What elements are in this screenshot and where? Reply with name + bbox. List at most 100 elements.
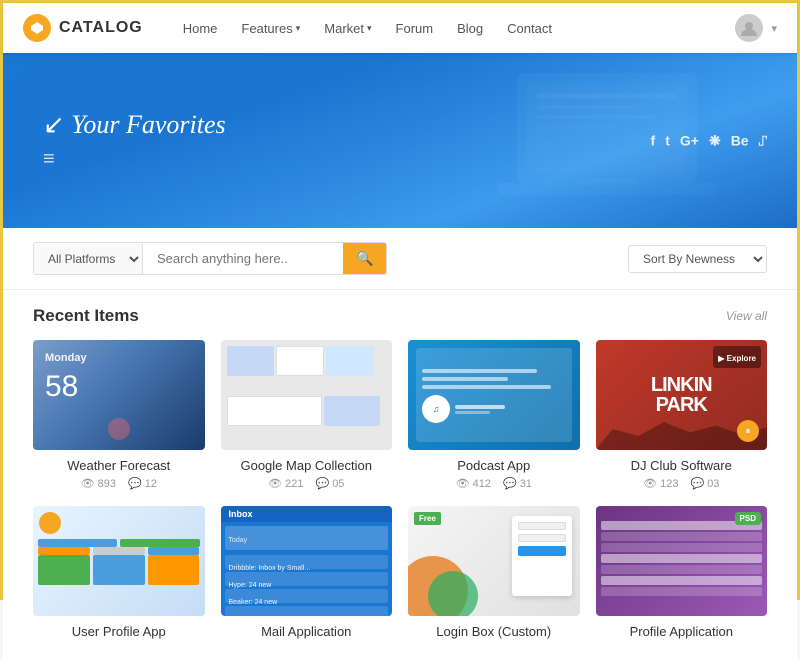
profile-block-2: [120, 539, 199, 547]
comments-dj: 💬 03: [690, 477, 719, 490]
nav-forum[interactable]: Forum: [386, 15, 444, 42]
navbar: CATALOG Home Features ▾ Market ▾ Forum B…: [3, 3, 797, 53]
map-mini-1: [227, 346, 275, 376]
views-dj: 👁 123: [643, 477, 678, 490]
view-all-link[interactable]: View all: [726, 309, 767, 323]
mail-list: Today Dribbble: Inbox by Small... Hype: …: [221, 522, 393, 616]
item-name-map: Google Map Collection: [221, 458, 393, 473]
item-card-mail[interactable]: Inbox Today Dribbble: Inbox by Small... …: [221, 506, 393, 643]
section-title: Recent Items: [33, 306, 139, 326]
user-dropdown-caret[interactable]: ▾: [771, 22, 777, 35]
item-name-psd: Profile Application: [596, 624, 768, 639]
profile-block-6: [38, 555, 90, 585]
item-stats-podcast: 👁 412 💬 31: [408, 477, 580, 490]
social-facebook[interactable]: f: [651, 132, 656, 149]
social-googleplus[interactable]: G+: [680, 132, 699, 149]
hero-arrow: ↙: [43, 110, 65, 139]
item-card-profile[interactable]: User Profile App: [33, 506, 205, 643]
social-pinterest[interactable]: ⑀: [759, 132, 767, 149]
podcast-info: [455, 405, 505, 414]
nav-market[interactable]: Market ▾: [314, 15, 381, 42]
profile-row-3: [38, 555, 200, 585]
logo-area[interactable]: CATALOG: [23, 14, 143, 42]
social-twitter[interactable]: t: [665, 132, 670, 149]
psd-menu-item-7: [601, 587, 763, 596]
mail-item-2: Hype: 24 new: [225, 572, 389, 586]
psd-menu-item-5: [601, 565, 763, 574]
nav-features[interactable]: Features ▾: [231, 15, 310, 42]
item-stats-map: 👁 221 💬 05: [221, 477, 393, 490]
podcast-inner: ♫: [416, 348, 572, 442]
hero-title: ↙ Your Favorites: [43, 110, 226, 140]
podcast-bar-3: [422, 385, 551, 389]
market-caret: ▾: [367, 23, 372, 34]
mail-item-4: Free Yospo PSD...: [225, 606, 389, 616]
hero-section: ↙ Your Favorites ≡ f t G+ ❋ Be ⑀: [3, 53, 797, 228]
item-card-weather[interactable]: Weather Forecast 👁 893 💬 12: [33, 340, 205, 490]
sort-select[interactable]: Sort By Newness Sort By Popularity Sort …: [628, 245, 767, 273]
second-row-grid: User Profile App Inbox Today Dribbble: I…: [33, 506, 767, 643]
profile-block-3: [38, 547, 90, 555]
comments-map: 💬 05: [315, 477, 344, 490]
dj-badge: ▶ Explore: [713, 346, 761, 368]
dj-badge-text: ▶ Explore: [718, 354, 756, 363]
hero-social-links: f t G+ ❋ Be ⑀: [651, 132, 767, 149]
item-card-dj[interactable]: LINKINPARK ▶ Explore ⏸ DJ Club Software …: [596, 340, 768, 490]
nav-home[interactable]: Home: [173, 15, 228, 42]
thumb-podcast: ♫: [408, 340, 580, 450]
item-card-podcast[interactable]: ♫ Podcast App 👁 412 💬 31: [408, 340, 580, 490]
nav-contact[interactable]: Contact: [497, 15, 562, 42]
item-name-profile: User Profile App: [33, 624, 205, 639]
comments-podcast: 💬 31: [503, 477, 532, 490]
social-dribbble[interactable]: ❋: [709, 132, 721, 149]
thumb-map: [221, 340, 393, 450]
platform-select[interactable]: All Platforms: [34, 244, 143, 274]
item-card-psd[interactable]: PSD Profile Application: [596, 506, 768, 643]
mail-header: Inbox: [221, 506, 393, 522]
recent-section-header: Recent Items View all: [33, 306, 767, 326]
profile-row-1: [38, 539, 200, 547]
recent-items-grid: Weather Forecast 👁 893 💬 12 Google Map C…: [33, 340, 767, 490]
dj-text: LINKINPARK: [651, 375, 712, 415]
avatar[interactable]: [735, 14, 763, 42]
thumb-weather: [33, 340, 205, 450]
search-button[interactable]: 🔍: [343, 243, 386, 274]
profile-block-4: [93, 547, 145, 555]
comments-weather: 💬 12: [128, 477, 157, 490]
profile-block-7: [93, 555, 145, 585]
mail-date-text: Today: [229, 537, 248, 544]
nav-blog[interactable]: Blog: [447, 15, 493, 42]
login-field-1: [518, 522, 566, 530]
item-name-dj: DJ Club Software: [596, 458, 768, 473]
search-input[interactable]: [143, 244, 343, 273]
play-symbol: ⏸: [746, 426, 751, 437]
mail-item-3-text: Beaker: 24 new: [229, 599, 278, 606]
sort-area: Sort By Newness Sort By Popularity Sort …: [628, 245, 767, 273]
map-mini-3: [326, 346, 374, 376]
podcast-title-bar: [455, 405, 505, 409]
social-behance[interactable]: Be: [731, 132, 749, 149]
item-name-login: Login Box (Custom): [408, 624, 580, 639]
item-card-login[interactable]: Free Login Box (Custom): [408, 506, 580, 643]
profile-block-5: [148, 547, 200, 555]
podcast-bar-1: [422, 369, 537, 373]
psd-menu-item-4: [601, 554, 763, 563]
nav-links: Home Features ▾ Market ▾ Forum Blog Cont…: [173, 15, 736, 42]
login-field-2: [518, 534, 566, 542]
item-card-map[interactable]: Google Map Collection 👁 221 💬 05: [221, 340, 393, 490]
logo-text: CATALOG: [59, 19, 143, 37]
hero-content: ↙ Your Favorites ≡: [43, 110, 226, 171]
podcast-avatar: ♫: [422, 395, 450, 423]
main-content: Recent Items View all Weather Forecast 👁…: [3, 290, 797, 659]
hero-menu-icon[interactable]: ≡: [43, 148, 55, 170]
logo-icon: [23, 14, 51, 42]
thumb-dj: LINKINPARK ▶ Explore ⏸: [596, 340, 768, 450]
search-bar: All Platforms 🔍: [33, 242, 387, 275]
mail-item-3: Beaker: 24 new: [225, 589, 389, 603]
psd-badge: PSD: [735, 512, 761, 525]
views-map: 👁 221: [268, 477, 303, 490]
login-submit-btn: [518, 546, 566, 556]
mail-date: Today: [225, 526, 389, 550]
item-name-weather: Weather Forecast: [33, 458, 205, 473]
psd-menu: [601, 519, 763, 598]
